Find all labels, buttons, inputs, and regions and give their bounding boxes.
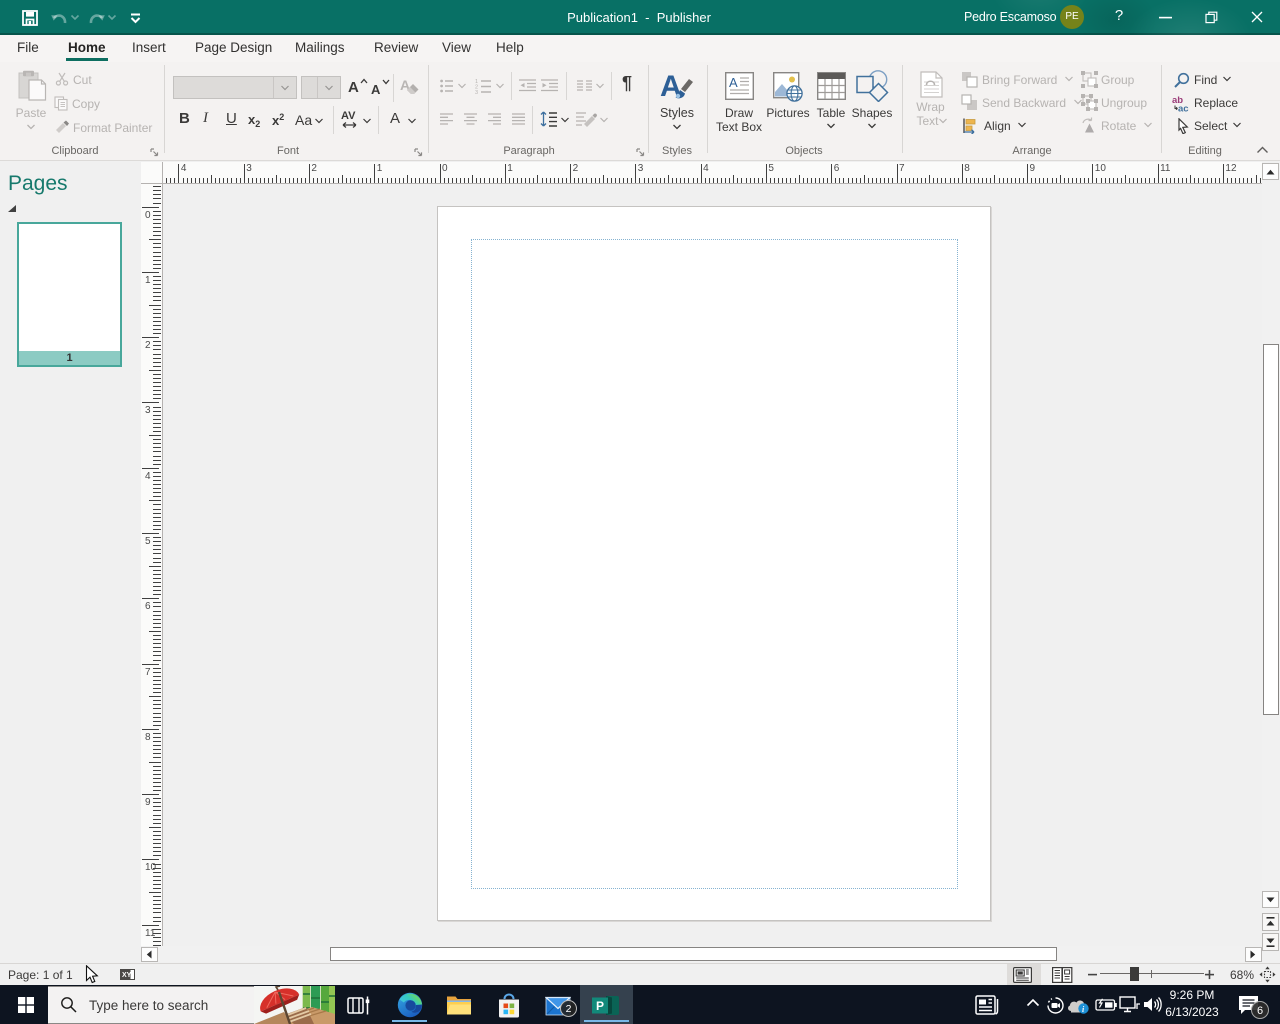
svg-text:P: P: [596, 999, 604, 1013]
svg-text:AV: AV: [341, 110, 356, 122]
svg-text:XY: XY: [122, 972, 132, 979]
svg-text:ac: ac: [1178, 104, 1189, 113]
svg-text:A: A: [729, 75, 738, 90]
svg-text:3: 3: [475, 90, 478, 94]
